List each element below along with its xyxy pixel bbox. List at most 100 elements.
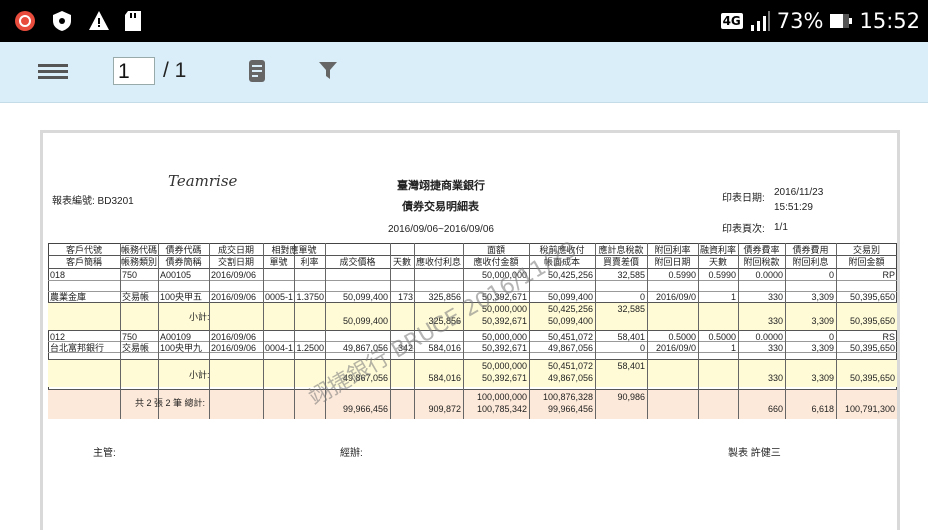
table-cell: 0: [828, 270, 834, 280]
table-cell: 0.5990: [708, 270, 736, 280]
print-time: 15:51:29: [774, 202, 813, 213]
table-cell: 50,395,650: [849, 343, 895, 353]
table-cell: 台北富邦銀行: [50, 343, 105, 353]
total-cell: 330: [767, 316, 783, 326]
table-cell: 100央甲五: [160, 292, 203, 302]
total-cell: 99,966,456: [342, 404, 388, 414]
grand-total-label: 共 2 張 2 筆 總計:: [135, 398, 206, 408]
table-cell: 50,099,400: [547, 292, 593, 302]
header-cell: 客戶代號: [65, 245, 102, 255]
total-cell: 50,000,000: [481, 361, 527, 371]
subtotal-label: 小計:: [189, 312, 210, 322]
network-badge: 4G: [720, 13, 743, 29]
table-cell: 173: [397, 292, 413, 302]
app-notification-icon: [15, 11, 35, 31]
header-cell: 天數: [392, 257, 411, 267]
document-icon[interactable]: [248, 59, 266, 83]
table-cell: 0004-1: [265, 343, 294, 353]
total-cell: 909,872: [428, 404, 461, 414]
table-cell: 0: [828, 332, 834, 342]
total-cell: 50,392,671: [481, 373, 527, 383]
header-cell: 應收付利息: [415, 257, 461, 267]
header-cell: 附回稅款: [743, 257, 780, 267]
col-divider: [390, 243, 391, 419]
row-divider: [48, 255, 897, 256]
header-cell: 附回日期: [654, 257, 691, 267]
table-cell: 3,309: [811, 292, 834, 302]
total-cell: 99,966,456: [547, 404, 593, 414]
table-cell: 750: [122, 270, 138, 280]
table-cell: 交易帳: [122, 292, 150, 302]
table-cell: 交易帳: [122, 343, 150, 353]
row-divider: [48, 359, 897, 360]
table-cell: 50,395,650: [849, 292, 895, 302]
total-cell: 6,618: [811, 404, 834, 414]
header-cell: 帳務類別: [120, 257, 157, 267]
table-cell: 0.0000: [755, 270, 783, 280]
table-cell: 2016/09/06: [211, 332, 257, 342]
header-cell: 附回利率: [654, 245, 691, 255]
print-date-label: 印表日期:: [722, 193, 765, 204]
table-cell: 50,000,000: [481, 332, 527, 342]
table-cell: 2016/09/06: [211, 292, 257, 302]
status-right: 4G 73% 15:52: [720, 6, 920, 36]
col-divider: [209, 243, 210, 419]
table-cell: 1.3750: [296, 292, 324, 302]
total-cell: 3,309: [811, 373, 834, 383]
table-cell: 012: [50, 332, 66, 342]
header-cell: 交易別: [852, 245, 880, 255]
total-cell: 50,395,650: [849, 316, 895, 326]
total-cell: 100,876,328: [542, 392, 593, 402]
filter-icon[interactable]: [318, 61, 338, 81]
table-cell: 2016/09/06: [211, 343, 257, 353]
header-cell: 面額: [486, 245, 505, 255]
table-cell: 1: [730, 292, 736, 302]
total-cell: 330: [767, 373, 783, 383]
table-cell: 50,099,400: [342, 292, 388, 302]
hamburger-menu-icon[interactable]: [38, 64, 68, 80]
table-cell: 2016/09/06: [211, 270, 257, 280]
total-cell: 50,099,400: [547, 316, 593, 326]
header-cell: 債券費用: [792, 245, 829, 255]
sd-card-icon: [125, 11, 141, 31]
table-cell: 1.2500: [296, 343, 324, 353]
table-cell: 0.5990: [668, 270, 696, 280]
table-cell: RS: [882, 332, 895, 342]
clock: 15:52: [859, 9, 920, 33]
total-cell: 90,986: [617, 392, 645, 402]
report-number: 報表編號: BD3201: [52, 196, 134, 207]
warning-icon: [89, 11, 109, 30]
header-cell: 交割日期: [217, 257, 254, 267]
print-date: 2016/11/23: [774, 187, 824, 198]
total-cell: 3,309: [811, 316, 834, 326]
total-cell: 100,000,000: [476, 392, 527, 402]
total-cell: 584,016: [428, 373, 461, 383]
table-cell: 2016/09/0: [655, 343, 696, 353]
col-divider: [294, 243, 295, 419]
header-cell: 附回利息: [792, 257, 829, 267]
col-divider: [120, 243, 121, 419]
total-cell: 50,099,400: [342, 316, 388, 326]
header-cell: 融資利率: [699, 245, 736, 255]
table-cell: 0: [639, 292, 645, 302]
total-cell: 660: [767, 404, 783, 414]
table-cell: 49,867,056: [547, 343, 593, 353]
table-cell: 0.5000: [668, 332, 696, 342]
total-cell: 49,867,056: [547, 373, 593, 383]
page-number-input[interactable]: 1: [113, 57, 155, 85]
table-cell: 3,309: [811, 343, 834, 353]
table-cell: 0.5000: [708, 332, 736, 342]
header-cell: 買賣差價: [602, 257, 639, 267]
header-cell: 債券費率: [743, 245, 780, 255]
table-cell: A00105: [160, 270, 192, 280]
table-cell: 330: [767, 343, 783, 353]
header-cell: 帳務代碼: [120, 245, 157, 255]
total-cell: 100,785,342: [476, 404, 527, 414]
table-cell: 50,392,671: [481, 343, 527, 353]
total-cell: 50,395,650: [849, 373, 895, 383]
table-cell: 農業金庫: [50, 292, 87, 302]
shield-icon: [53, 11, 71, 31]
col-divider: [158, 243, 159, 419]
header-cell: 成交價格: [339, 257, 376, 267]
row-divider: [48, 268, 897, 269]
